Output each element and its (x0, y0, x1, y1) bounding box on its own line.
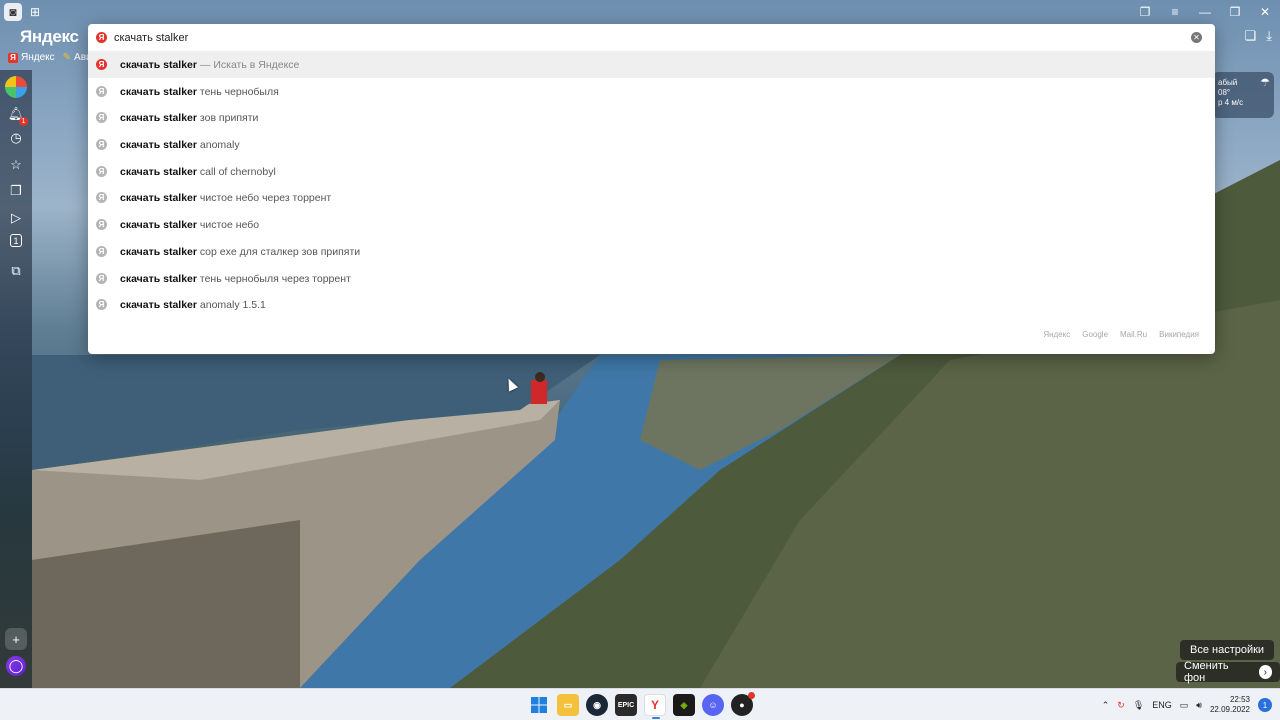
collections-icon[interactable]: ❐ (6, 181, 26, 201)
language-indicator[interactable]: ENG (1152, 700, 1172, 710)
yandex-logo[interactable]: Яндекс (20, 27, 79, 47)
bookmarks-bar: Я Яндекс ✎ Ави (8, 52, 92, 63)
new-tab-icon[interactable]: ⊞ (26, 3, 44, 21)
chevron-up-icon[interactable]: ⌃ (1102, 700, 1110, 711)
yandex-icon: Я (96, 299, 107, 311)
engine-google[interactable]: Google (1082, 330, 1108, 339)
collections-icon[interactable]: ❐ (1130, 0, 1160, 24)
volume-icon[interactable]: 🔊︎ (1196, 700, 1202, 711)
suggestion-list: Я скачать stalker — Искать в Яндексе Я с… (88, 51, 1215, 318)
yandex-icon: Я (96, 59, 107, 70)
alice-icon[interactable]: ◯ (6, 656, 26, 676)
engine-wikipedia[interactable]: Википедия (1159, 330, 1199, 339)
yandex-icon: Я (96, 32, 107, 43)
rain-cloud-icon: ☂ (1260, 77, 1270, 89)
yandex-icon: Я (96, 112, 107, 124)
title-bar: ◙ ⊞ ❐ ≡ — ❒ ✕ (0, 0, 1280, 24)
suggestion-item[interactable]: Я скачать stalker call of chernobyl (88, 158, 1215, 185)
discord-icon[interactable]: ☺ (702, 694, 724, 716)
bell-icon[interactable]: 🔔︎ 1 (6, 104, 28, 126)
avito-icon: ✎ (62, 52, 72, 63)
engine-mailru[interactable]: Mail.Ru (1120, 330, 1147, 339)
browser-sidebar: 🔔︎ 1 ◷ ☆ ❐ ▷ 1 ⧉ + ◯ (0, 70, 32, 688)
minimize-icon[interactable]: — (1190, 0, 1220, 24)
suggestion-item[interactable]: Я скачать stalker — Искать в Яндексе (88, 51, 1215, 78)
yandex-icon: Я (96, 85, 107, 97)
engine-yandex[interactable]: Яндекс (1043, 330, 1070, 339)
menu-icon[interactable]: ≡ (1160, 0, 1190, 24)
epic-games-icon[interactable]: EPIC (615, 694, 637, 716)
history-icon[interactable]: ◷ (6, 128, 26, 148)
yandex-icon: Я (96, 219, 107, 231)
microphone-icon[interactable]: 🎙︎ (1133, 700, 1144, 711)
profile-avatar[interactable] (5, 76, 27, 98)
yandex-browser-icon[interactable]: Y (644, 694, 666, 719)
play-icon[interactable]: ▷ (6, 208, 26, 228)
system-tray: ⌃ ↻ 🎙︎ ENG ▭ 🔊︎ 22:53 22.09.2022 1 (1102, 689, 1272, 720)
start-icon[interactable] (528, 694, 550, 716)
yandex-icon: Я (8, 52, 18, 63)
tab-count-icon[interactable]: 1 (10, 234, 22, 247)
file-explorer-icon[interactable]: ▭ (557, 694, 579, 716)
yandex-icon: Я (96, 139, 107, 151)
notification-dot (748, 692, 755, 699)
star-icon[interactable]: ☆ (6, 155, 26, 175)
yandex-icon: Я (96, 165, 107, 177)
add-panel-icon[interactable]: + (5, 628, 27, 650)
yandex-icon: Я (96, 192, 107, 204)
notification-badge: 1 (19, 117, 28, 126)
clear-icon[interactable]: ✕ (1191, 32, 1202, 43)
suggestion-item[interactable]: Я скачать stalker чистое небо (88, 211, 1215, 238)
nvidia-icon[interactable]: ◈ (673, 694, 695, 716)
camera-icon[interactable]: ◙ (4, 3, 22, 21)
steam-icon[interactable]: ◉ (586, 694, 608, 716)
omnibox: Я ✕ (88, 24, 1215, 51)
change-background-button[interactable]: Сменить фон › (1176, 660, 1280, 684)
toolbar-right: ❏ ⤓ (1245, 28, 1272, 44)
suggestion-item[interactable]: Я скачать stalker тень чернобыля через т… (88, 265, 1215, 292)
downloads-icon[interactable]: ⤓ (1266, 28, 1272, 44)
restore-icon[interactable]: ❒ (1220, 0, 1250, 24)
network-icon[interactable]: ▭ (1180, 700, 1189, 711)
windows-logo-icon (531, 697, 547, 713)
sync-icon[interactable]: ↻ (1117, 700, 1125, 711)
notification-center-icon[interactable]: 1 (1258, 698, 1272, 712)
suggestion-item[interactable]: Я скачать stalker зов припяти (88, 104, 1215, 131)
suggestion-item[interactable]: Я скачать stalker чистое небо через торр… (88, 184, 1215, 211)
clock[interactable]: 22:53 22.09.2022 (1210, 695, 1250, 715)
suggestion-item[interactable]: Я скачать stalker anomaly 1.5.1 (88, 291, 1215, 318)
search-dropdown: Я ✕ Я скачать stalker — Искать в Яндексе… (88, 24, 1215, 354)
search-engine-links: Яндекс Google Mail.Ru Википедия (1043, 330, 1199, 339)
close-icon[interactable]: ✕ (1250, 0, 1280, 24)
search-input[interactable] (114, 29, 1174, 47)
suggestion-item[interactable]: Я скачать stalker anomaly (88, 131, 1215, 158)
bookmark-yandex[interactable]: Я Яндекс (8, 52, 55, 63)
screenshot-icon[interactable]: ⧉ (6, 261, 26, 281)
windows-taskbar: ▭ ◉ EPIC Y ◈ ☺ ● ⌃ ↻ 🎙︎ ENG ▭ 🔊︎ 22:53 2… (0, 688, 1280, 720)
all-settings-button[interactable]: Все настройки (1180, 640, 1275, 660)
yandex-icon: Я (96, 272, 107, 284)
chevron-right-icon[interactable]: › (1258, 665, 1272, 679)
suggestion-item[interactable]: Я скачать stalker тень чернобыля (88, 78, 1215, 105)
weather-widget[interactable]: абый 08° р 4 м/с ☂ (1212, 72, 1274, 118)
yandex-icon: Я (96, 245, 107, 257)
app-icon[interactable]: ● (731, 692, 755, 716)
reading-list-icon[interactable]: ❏ (1245, 28, 1257, 44)
suggestion-item[interactable]: Я скачать stalker cop exe для сталкер зо… (88, 238, 1215, 265)
